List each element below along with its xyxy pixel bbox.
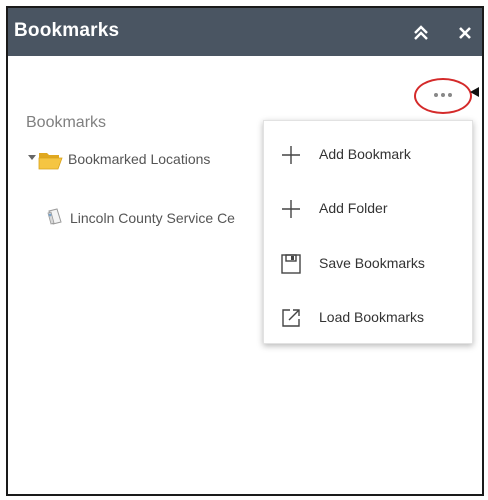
plus-icon	[282, 146, 300, 164]
bookmark-label: Lincoln County Service Ce	[70, 210, 235, 226]
tree-folder-bookmarked-locations[interactable]: Bookmarked Locations	[28, 148, 288, 172]
title-bar: Bookmarks	[8, 8, 482, 56]
plus-icon	[282, 200, 300, 218]
menu-item-label: Load Bookmarks	[319, 309, 425, 325]
folder-label: Bookmarked Locations	[68, 151, 211, 167]
external-link-icon	[282, 309, 300, 327]
section-label: Bookmarks	[26, 114, 107, 131]
options-menu: Add Bookmark Add Folder Save Bookmarks L…	[263, 120, 473, 344]
close-button[interactable]	[454, 22, 476, 44]
more-options-button[interactable]	[414, 78, 472, 114]
double-chevron-up-icon	[414, 25, 428, 40]
menu-item-label: Save Bookmarks	[319, 255, 425, 271]
menu-item-label: Add Folder	[319, 200, 388, 216]
menu-item-label: Add Bookmark	[319, 146, 411, 162]
folder-icon	[38, 153, 63, 170]
tree-item-bookmark[interactable]: Lincoln County Service Ce	[46, 206, 286, 230]
bookmarks-panel: Bookmarks Bookmarks Bookmarked Locations…	[6, 6, 484, 496]
panel-title: Bookmarks	[14, 20, 120, 41]
menu-item-add-bookmark[interactable]: Add Bookmark	[264, 129, 472, 179]
collapse-button[interactable]	[410, 22, 432, 44]
ellipsis-icon	[434, 93, 452, 97]
expand-caret-icon[interactable]	[28, 155, 36, 160]
menu-item-add-folder[interactable]: Add Folder	[264, 183, 472, 233]
menu-item-load-bookmarks[interactable]: Load Bookmarks	[264, 292, 472, 342]
bookmark-document-icon	[47, 208, 62, 225]
annotation-arrow-icon	[470, 87, 479, 97]
close-icon	[459, 27, 471, 39]
menu-item-save-bookmarks[interactable]: Save Bookmarks	[264, 238, 472, 288]
save-icon	[281, 254, 301, 274]
